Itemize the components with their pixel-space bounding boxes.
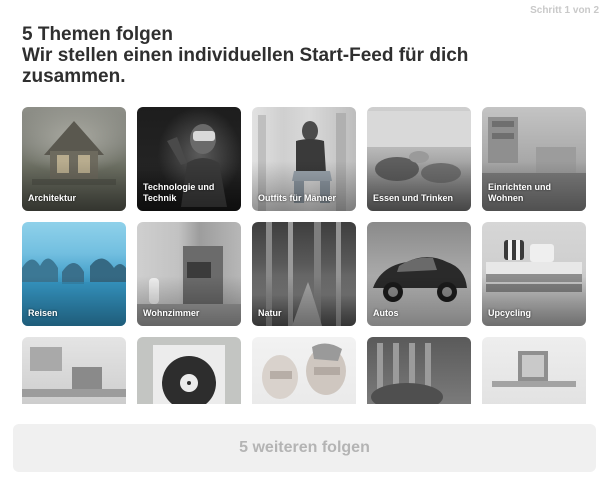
topic-label: Reisen: [28, 308, 58, 318]
topic-tile-outfits[interactable]: Outfits für Männer: [252, 107, 356, 211]
topic-tile-essen[interactable]: Essen und Trinken: [367, 107, 471, 211]
topic-grid: Architektur Technologie und Technik Outf…: [22, 107, 586, 441]
topic-tile-technologie[interactable]: Technologie und Technik: [137, 107, 241, 211]
topic-label: Outfits für Männer: [258, 193, 336, 203]
footer-bar: 5 weiteren folgen: [0, 404, 606, 482]
topic-label: Wohnzimmer: [143, 308, 200, 318]
topic-tile-autos[interactable]: Autos: [367, 222, 471, 326]
topic-label: Einrichten und Wohnen: [488, 182, 551, 203]
onboarding-topic-picker: Schritt 1 von 2 5 Themen folgen Wir stel…: [0, 0, 606, 482]
topic-tile-einrichten[interactable]: Einrichten und Wohnen: [482, 107, 586, 211]
topic-label: Natur: [258, 308, 282, 318]
title-line-3: zusammen.: [22, 66, 126, 87]
title-line-2: Wir stellen einen individuellen Start-Fe…: [22, 45, 469, 66]
topic-tile-wohnzimmer[interactable]: Wohnzimmer: [137, 222, 241, 326]
follow-more-button[interactable]: 5 weiteren folgen: [13, 424, 596, 472]
topic-label: Autos: [373, 308, 399, 318]
topic-label: Essen und Trinken: [373, 193, 454, 203]
topic-label: Upcycling: [488, 308, 532, 318]
step-indicator: Schritt 1 von 2: [530, 5, 599, 16]
topic-tile-natur[interactable]: Natur: [252, 222, 356, 326]
page-title: 5 Themen folgen Wir stellen einen indivi…: [22, 24, 582, 87]
topic-tile-architektur[interactable]: Architektur: [22, 107, 126, 211]
topic-label: Technologie und Technik: [143, 182, 215, 203]
topic-tile-upcycling[interactable]: Upcycling: [482, 222, 586, 326]
topic-tile-reisen[interactable]: Reisen: [22, 222, 126, 326]
topic-label: Architektur: [28, 193, 77, 203]
title-line-1: 5 Themen folgen: [22, 24, 173, 45]
